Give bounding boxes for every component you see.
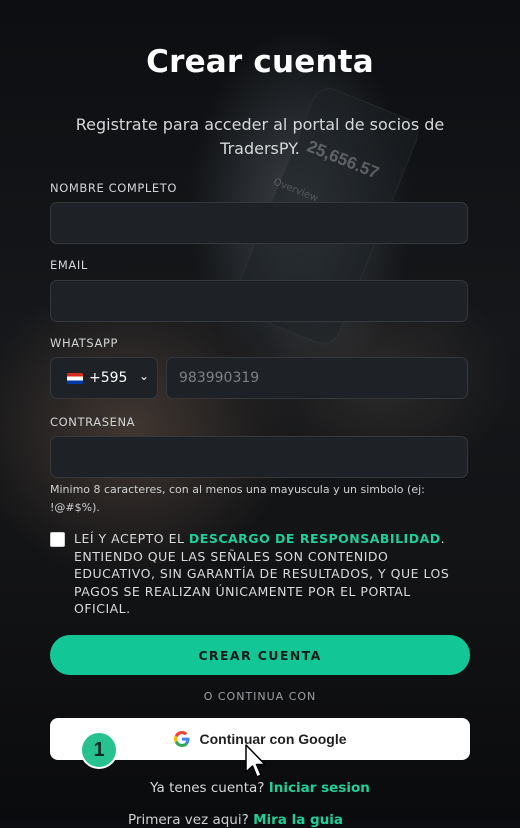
phone-field[interactable]: 983990319 bbox=[166, 357, 468, 399]
paraguay-flag-icon bbox=[67, 372, 83, 384]
mouse-cursor-icon bbox=[245, 744, 266, 778]
login-link[interactable]: Iniciar sesion bbox=[269, 780, 370, 796]
page-subtitle: Registrate para acceder al portal de soc… bbox=[75, 115, 445, 158]
terms-prefix: LEÍ Y ACEPTO EL bbox=[74, 531, 189, 546]
chevron-down-icon: ⌄ bbox=[138, 369, 149, 383]
step-badge: 1 bbox=[80, 731, 118, 769]
whatsapp-label: WHATSAPP bbox=[50, 336, 119, 350]
login-prompt-text: Ya tenes cuenta? bbox=[150, 780, 269, 796]
divider-label: O CONTINUA CON bbox=[203, 690, 317, 703]
country-code-select[interactable]: +595 ⌄ bbox=[50, 357, 158, 399]
create-account-button[interactable]: CREAR CUENTA bbox=[50, 635, 470, 675]
email-label: EMAIL bbox=[50, 258, 88, 272]
password-hint: Minimo 8 caracteres, con al menos una ma… bbox=[50, 483, 425, 514]
guide-link[interactable]: Mira la guia bbox=[253, 812, 343, 828]
guide-prompt: Primera vez aqui? Mira la guia bbox=[128, 812, 343, 828]
password-field[interactable] bbox=[50, 436, 468, 478]
name-label: NOMBRE COMPLETO bbox=[50, 181, 178, 195]
guide-prompt-text: Primera vez aqui? bbox=[128, 812, 254, 828]
google-icon bbox=[173, 731, 189, 747]
page-title: Crear cuenta bbox=[146, 44, 374, 80]
email-field[interactable] bbox=[50, 280, 468, 322]
terms-text: LEÍ Y ACEPTO EL DESCARGO DE RESPONSABILI… bbox=[74, 530, 470, 618]
signup-form: Crear cuenta Registrate para acceder al … bbox=[0, 0, 520, 828]
password-label: CONTRASENA bbox=[50, 415, 136, 429]
disclaimer-link[interactable]: DESCARGO DE RESPONSABILIDAD bbox=[189, 531, 441, 546]
login-prompt: Ya tenes cuenta? Iniciar sesion bbox=[0, 780, 520, 796]
country-code-value: +595 bbox=[89, 370, 128, 386]
name-field[interactable] bbox=[50, 202, 468, 244]
google-button-label: Continuar con Google bbox=[199, 731, 347, 747]
terms-checkbox[interactable] bbox=[50, 532, 65, 547]
